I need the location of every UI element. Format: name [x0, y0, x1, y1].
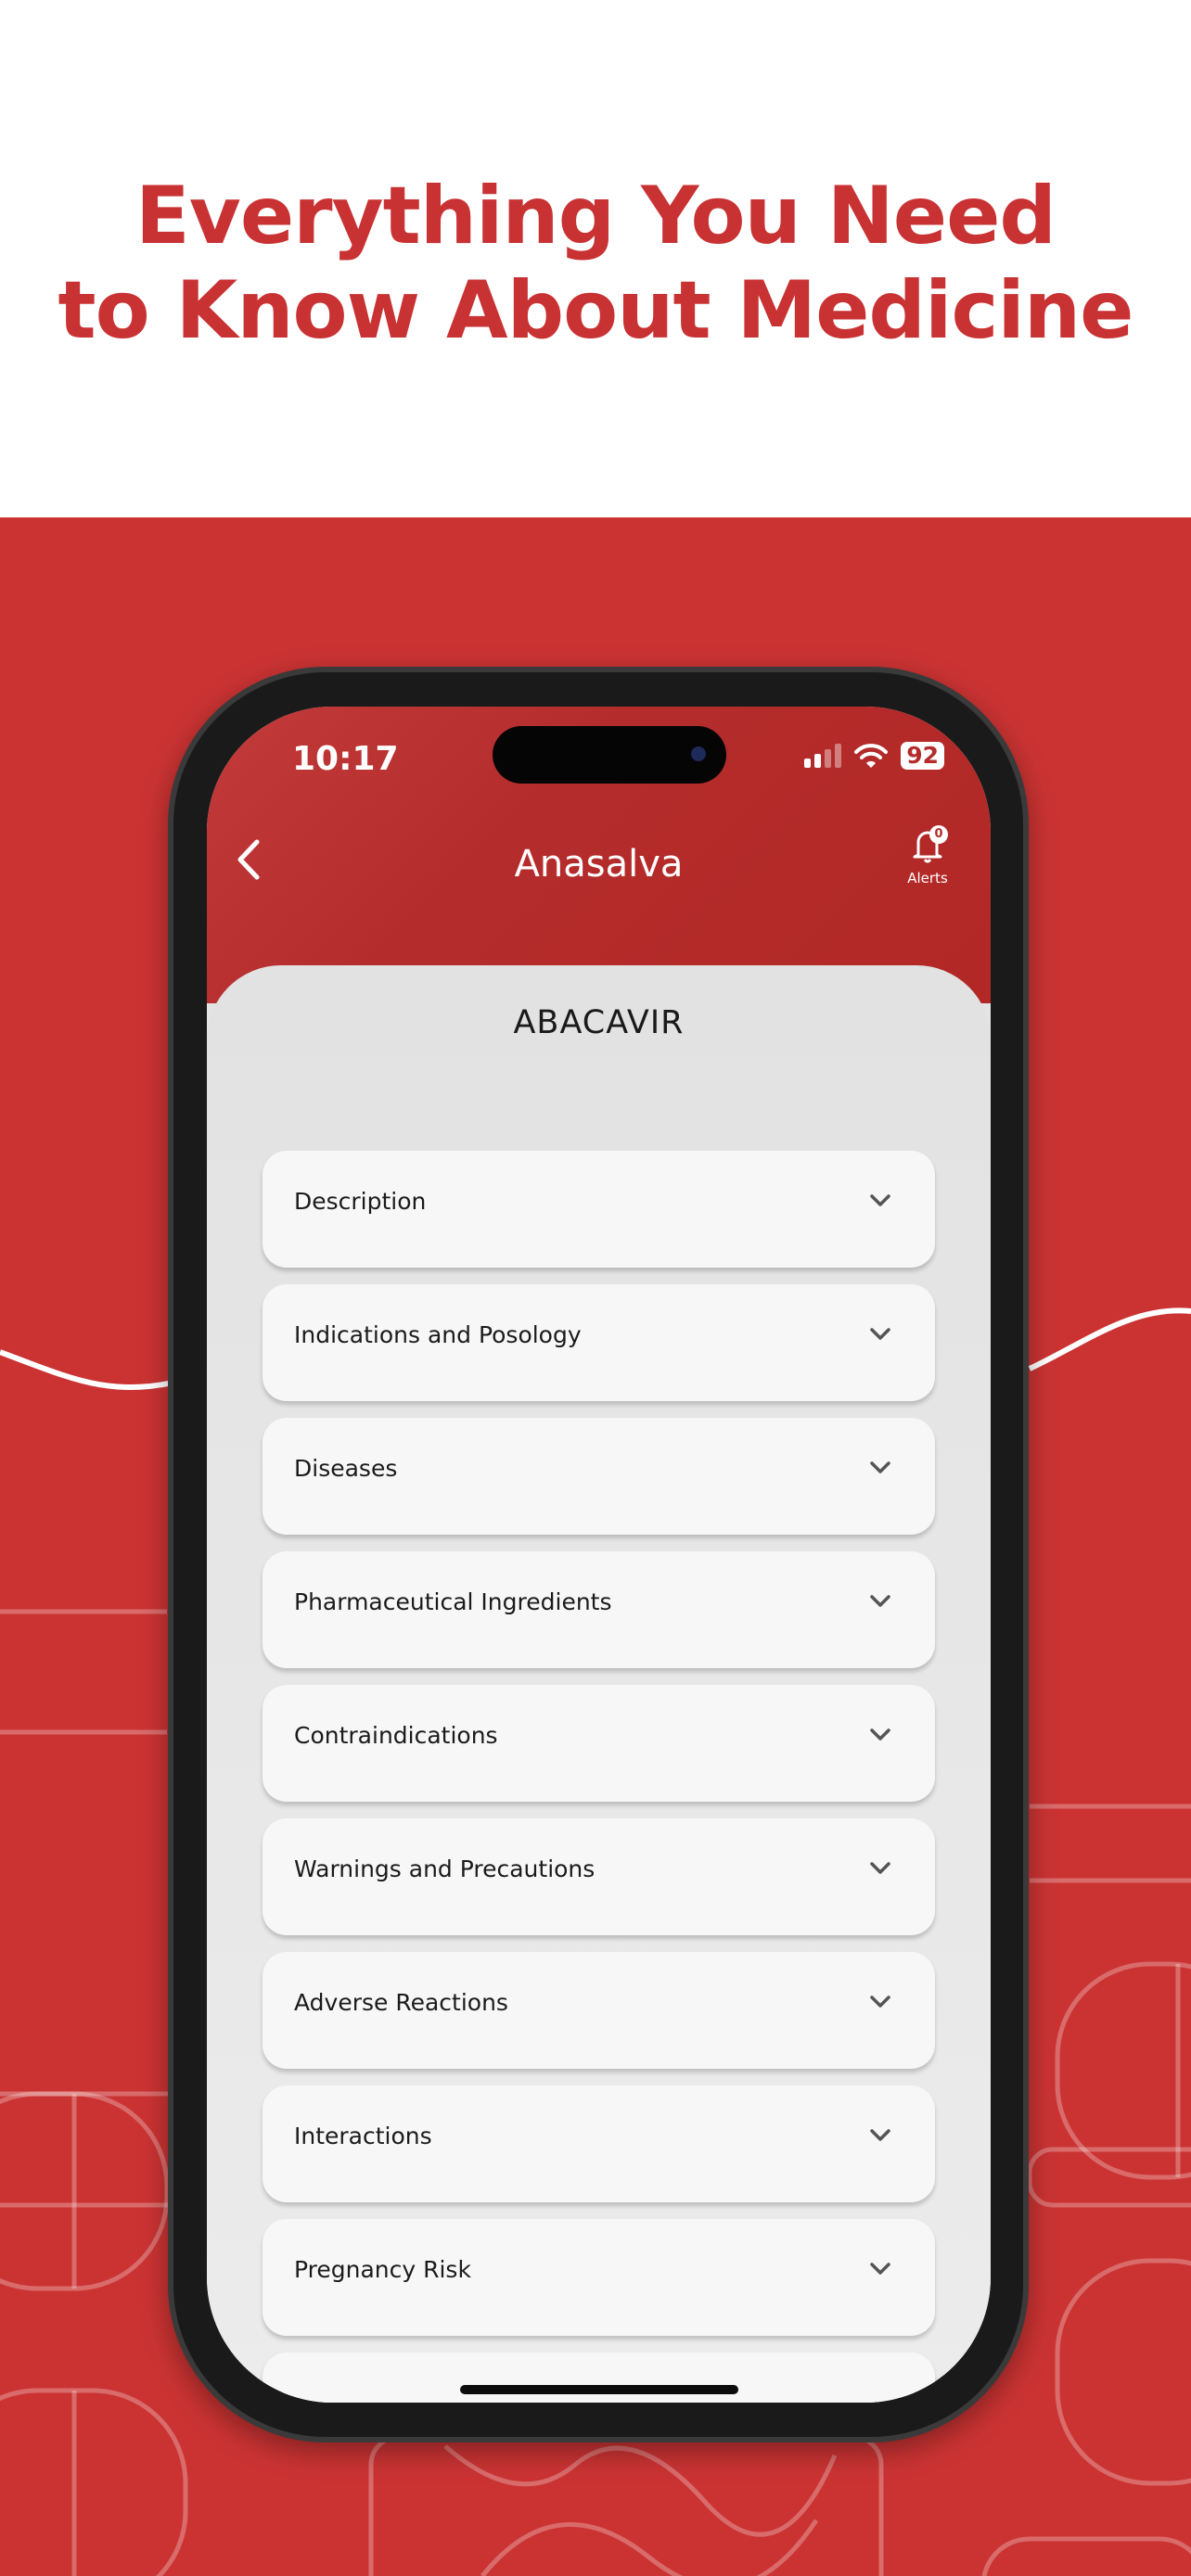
alerts-count-badge: 0: [929, 825, 948, 844]
accordion-item-label: Pregnancy Risk: [294, 2255, 471, 2283]
accordion-item[interactable]: [263, 2353, 935, 2403]
chevron-down-icon: [870, 2263, 890, 2275]
content-card: ABACAVIR Description Indications and Poso…: [207, 965, 991, 2403]
status-time: 10:17: [292, 740, 399, 778]
chevron-down-icon: [870, 1595, 890, 1607]
headline-line-1: Everything You Need: [135, 170, 1057, 262]
promo-headline: Everything You Need to Know About Medici…: [0, 169, 1191, 358]
app-header: 10:17 92 Anasalva 0 Alerts: [207, 707, 991, 1003]
accordion-item-label: Pharmaceutical Ingredients: [294, 1588, 612, 1615]
chevron-down-icon: [870, 2129, 890, 2141]
accordion-item[interactable]: Indications and Posology: [263, 1284, 935, 1401]
accordion-item-label: Warnings and Precautions: [294, 1855, 596, 1882]
accordion-item[interactable]: Pregnancy Risk: [263, 2219, 935, 2336]
accordion-item[interactable]: Description: [263, 1151, 935, 1268]
accordion-item-label: Diseases: [294, 1454, 398, 1482]
phone-screen: 10:17 92 Anasalva 0 Alerts ABACAVIR Desc…: [207, 707, 991, 2403]
promo-header: Everything You Need to Know About Medici…: [0, 0, 1191, 517]
camera-icon: [691, 746, 706, 761]
chevron-down-icon: [870, 1194, 890, 1206]
accordion-item[interactable]: Warnings and Precautions: [263, 1818, 935, 1935]
headline-line-2: to Know About Medicine: [58, 264, 1134, 357]
accordion-item[interactable]: Interactions: [263, 2085, 935, 2202]
home-indicator[interactable]: [460, 2385, 738, 2394]
accordion-item-label: Adverse Reactions: [294, 1988, 508, 2016]
wifi-icon: [854, 744, 889, 768]
screen-title: Anasalva: [514, 843, 684, 886]
chevron-down-icon: [870, 1461, 890, 1473]
accordion-item-label: Contraindications: [294, 1721, 498, 1749]
chevron-down-icon: [870, 1862, 890, 1874]
status-icons: 92: [804, 742, 944, 770]
accordion-item-label: Description: [294, 1187, 427, 1215]
accordion-item[interactable]: Pharmaceutical Ingredients: [263, 1551, 935, 1668]
chevron-down-icon: [870, 1728, 890, 1741]
battery-icon: 92: [901, 742, 944, 770]
signal-icon: [804, 744, 842, 768]
drug-name: ABACAVIR: [513, 1004, 685, 1041]
alerts-label: Alerts: [907, 870, 948, 886]
chevron-down-icon: [870, 1996, 890, 2008]
accordion-item-label: Indications and Posology: [294, 1320, 582, 1348]
chevron-down-icon: [870, 1328, 890, 1340]
alerts-button[interactable]: 0 Alerts: [900, 825, 955, 886]
dynamic-island: [493, 726, 726, 784]
accordion-item[interactable]: Contraindications: [263, 1685, 935, 1802]
accordion-item[interactable]: Diseases: [263, 1418, 935, 1535]
accordion-item[interactable]: Adverse Reactions: [263, 1952, 935, 2069]
accordion-item-label: Interactions: [294, 2122, 432, 2149]
